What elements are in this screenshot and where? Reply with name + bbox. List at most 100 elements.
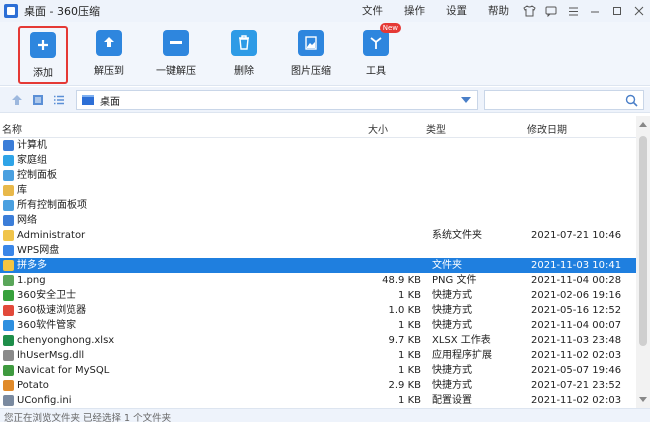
- tools-button[interactable]: New 工具: [356, 23, 401, 82]
- table-row[interactable]: 计算机: [0, 138, 636, 153]
- view-list-button[interactable]: [52, 93, 66, 107]
- menu-help[interactable]: 帮助: [488, 0, 509, 22]
- table-row[interactable]: WPS网盘: [0, 243, 636, 258]
- one-click-extract-icon: [163, 30, 189, 56]
- table-row[interactable]: 控制面板: [0, 168, 636, 183]
- search-input[interactable]: [484, 90, 644, 110]
- folder-icon: [3, 260, 14, 271]
- table-row[interactable]: 所有控制面板项: [0, 198, 636, 213]
- scroll-down-icon[interactable]: [639, 397, 647, 402]
- file-size: 1.0 KB: [388, 305, 422, 316]
- 360-browser-icon: [3, 305, 14, 316]
- skin-button[interactable]: [518, 0, 540, 22]
- column-name[interactable]: 名称: [2, 121, 22, 136]
- file-name: 网络: [17, 215, 37, 226]
- minimize-button[interactable]: [584, 0, 606, 22]
- file-name: Navicat for MySQL: [17, 365, 110, 376]
- control-panel-icon: [3, 200, 14, 211]
- table-row[interactable]: 家庭组: [0, 153, 636, 168]
- user-folder-icon: [3, 230, 14, 241]
- list-header: 名称 大小 类型 修改日期: [0, 116, 650, 138]
- new-badge: New: [379, 23, 401, 33]
- table-row[interactable]: lhUserMsg.dll 1 KB 应用程序扩展 2021-11-02 02:03: [0, 348, 636, 363]
- menu-bar: 文件 操作 设置 帮助: [362, 0, 530, 22]
- table-row[interactable]: UConfig.ini 1 KB 配置设置 2021-11-02 02:03: [0, 393, 636, 408]
- table-row[interactable]: Potato 2.9 KB 快捷方式 2021-07-21 23:52: [0, 378, 636, 393]
- vertical-scrollbar[interactable]: [636, 116, 650, 408]
- search-icon[interactable]: [625, 94, 638, 107]
- network-icon: [3, 215, 14, 226]
- file-name: 360极速浏览器: [17, 305, 87, 316]
- file-modified: 2021-05-16 12:52: [531, 305, 622, 316]
- table-row[interactable]: 库: [0, 183, 636, 198]
- status-bar: 您正在浏览文件夹 已经选择 1 个文件夹: [0, 408, 650, 422]
- arrow-up-icon: [12, 95, 22, 105]
- image-compress-label: 图片压缩: [291, 66, 331, 77]
- file-modified: 2021-11-02 02:03: [531, 350, 622, 361]
- file-modified: 2021-11-03 10:41: [531, 260, 622, 271]
- table-row[interactable]: 网络: [0, 213, 636, 228]
- file-name: 家庭组: [17, 155, 47, 166]
- homegroup-icon: [3, 155, 14, 166]
- toolbar: 添加 解压到 一键解压 删除 图片压缩 New 工具: [0, 22, 650, 86]
- list-view-icon: [54, 95, 64, 105]
- navicat-icon: [3, 365, 14, 376]
- table-row[interactable]: chenyonghong.xlsx 9.7 KB XLSX 工作表 2021-11-0…: [0, 333, 636, 348]
- delete-button[interactable]: 删除: [224, 26, 264, 82]
- file-size: 2.9 KB: [388, 380, 422, 391]
- up-button[interactable]: [10, 93, 24, 107]
- menu-file[interactable]: 文件: [362, 0, 383, 22]
- cloud-icon: [3, 245, 14, 256]
- dll-file-icon: [3, 350, 14, 361]
- add-label: 添加: [33, 68, 53, 79]
- file-name: 计算机: [17, 140, 47, 151]
- column-type[interactable]: 类型: [426, 121, 446, 136]
- shirt-icon: [522, 5, 536, 17]
- table-row[interactable]: 拼多多 文件夹 2021-11-03 10:41: [0, 258, 636, 273]
- close-button[interactable]: [628, 0, 650, 22]
- view-details-button[interactable]: [31, 93, 45, 107]
- excel-file-icon: [3, 335, 14, 346]
- file-name: 所有控制面板项: [17, 200, 87, 211]
- file-modified: 2021-07-21 10:46: [531, 230, 622, 241]
- file-name: 1.png: [17, 275, 46, 286]
- column-size[interactable]: 大小: [368, 121, 388, 136]
- file-type: 快捷方式: [432, 305, 472, 316]
- table-row[interactable]: 360软件管家 1 KB 快捷方式 2021-11-04 00:07: [0, 318, 636, 333]
- table-row[interactable]: 360极速浏览器 1.0 KB 快捷方式 2021-05-16 12:52: [0, 303, 636, 318]
- maximize-button[interactable]: [606, 0, 628, 22]
- feedback-button[interactable]: [540, 0, 562, 22]
- image-compress-button[interactable]: 图片压缩: [286, 26, 336, 82]
- computer-icon: [3, 140, 14, 151]
- chevron-down-icon[interactable]: [461, 97, 471, 103]
- one-click-extract-button[interactable]: 一键解压: [150, 26, 202, 82]
- file-size: 9.7 KB: [388, 335, 422, 346]
- main-menu-button[interactable]: [562, 0, 584, 22]
- column-modified[interactable]: 修改日期: [527, 121, 567, 136]
- table-row[interactable]: Administrator 系统文件夹 2021-07-21 10:46: [0, 228, 636, 243]
- file-size: 1 KB: [398, 365, 421, 376]
- add-button[interactable]: 添加: [18, 26, 68, 84]
- scroll-up-icon[interactable]: [639, 122, 647, 127]
- image-file-icon: [3, 275, 14, 286]
- minimize-icon: [591, 11, 599, 13]
- table-row[interactable]: 1.png 48.9 KB PNG 文件 2021-11-04 00:28: [0, 273, 636, 288]
- file-type: 快捷方式: [432, 380, 472, 391]
- status-text: 您正在浏览文件夹 已经选择 1 个文件夹: [4, 413, 172, 422]
- scroll-thumb[interactable]: [639, 136, 647, 346]
- extract-icon: [96, 30, 122, 56]
- menu-settings[interactable]: 设置: [446, 0, 467, 22]
- file-name: UConfig.ini: [17, 395, 72, 406]
- table-row[interactable]: 360安全卫士 1 KB 快捷方式 2021-02-06 19:16: [0, 288, 636, 303]
- file-name: chenyonghong.xlsx: [17, 335, 115, 346]
- extract-to-button[interactable]: 解压到: [86, 26, 132, 82]
- menu-operate[interactable]: 操作: [404, 0, 425, 22]
- file-type: 文件夹: [432, 260, 462, 271]
- table-row[interactable]: Navicat for MySQL 1 KB 快捷方式 2021-05-07 19:4…: [0, 363, 636, 378]
- file-type: 快捷方式: [432, 365, 472, 376]
- file-type: 快捷方式: [432, 320, 472, 331]
- address-field[interactable]: 桌面: [76, 90, 478, 110]
- file-modified: 2021-05-07 19:46: [531, 365, 622, 376]
- 360-software-icon: [3, 320, 14, 331]
- tools-icon: New: [363, 23, 401, 56]
